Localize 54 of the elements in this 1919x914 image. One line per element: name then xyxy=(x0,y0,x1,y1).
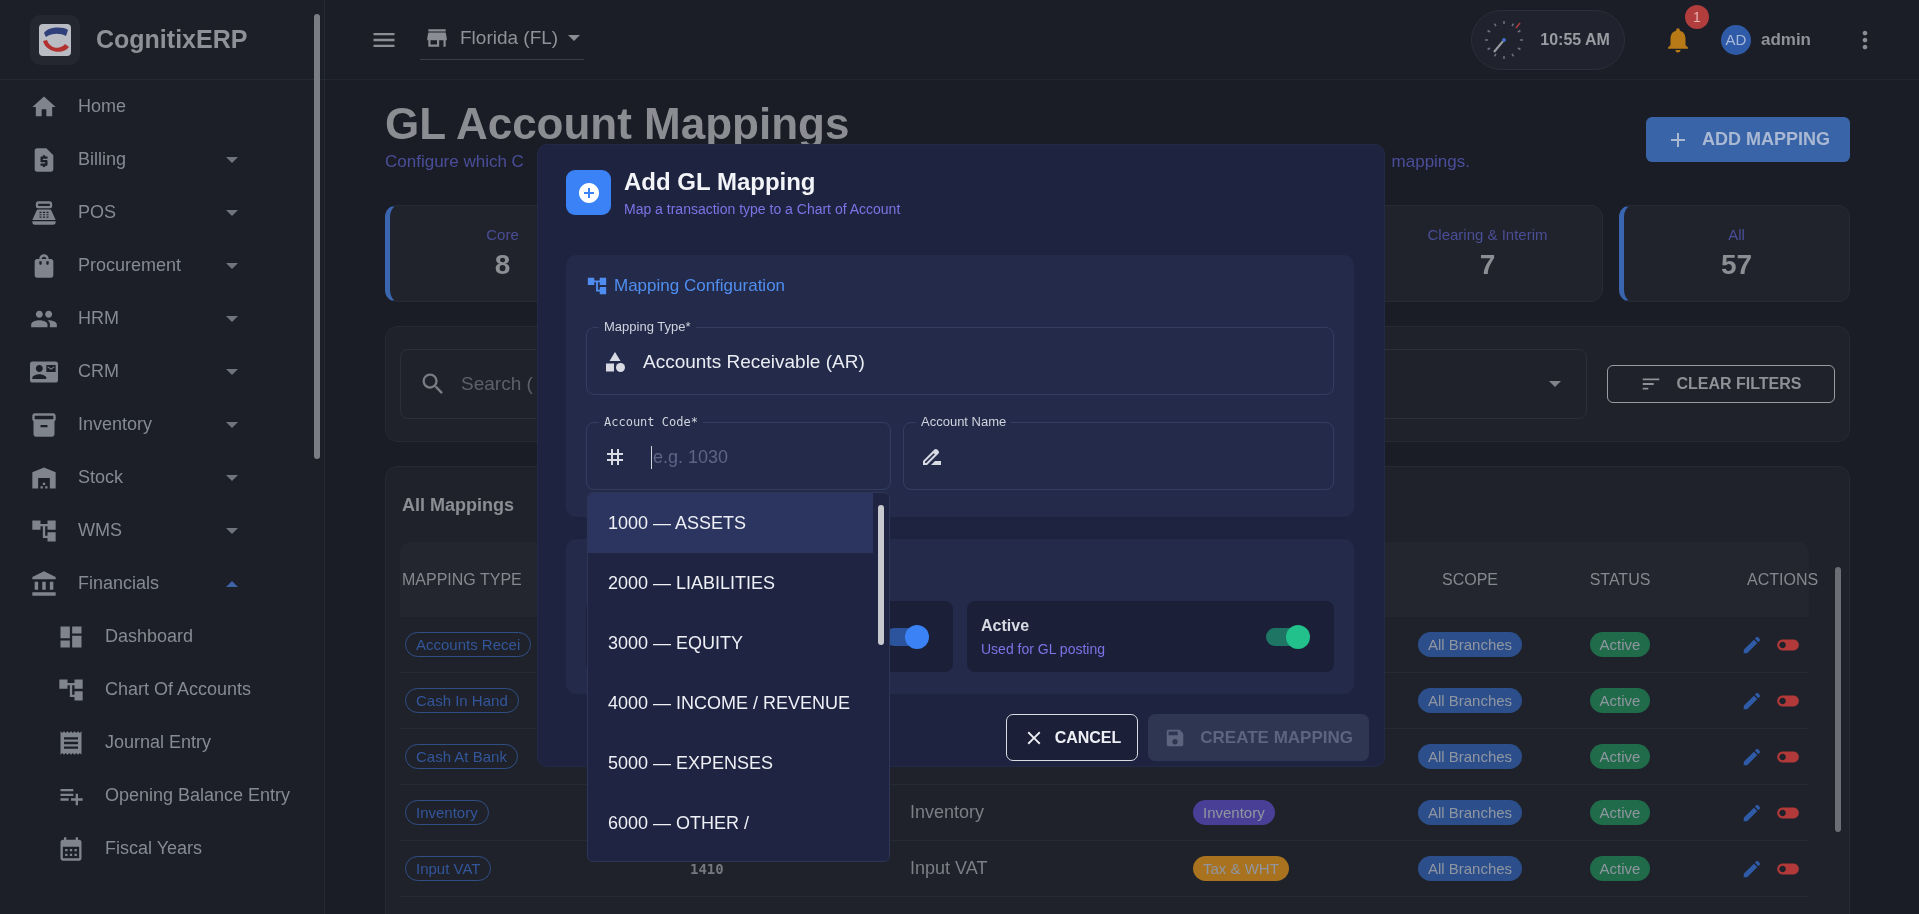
sidebar-item-label: Home xyxy=(78,96,127,117)
status-chip: Active xyxy=(1589,800,1651,825)
sidebar-item-label: Stock xyxy=(78,467,125,488)
sidebar-item-label: Dashboard xyxy=(105,626,195,647)
stat-value: 8 xyxy=(494,249,511,281)
scope-chip: All Branches xyxy=(1417,632,1523,657)
account-name: Input VAT xyxy=(910,858,988,879)
page-subtitle: Configure which C xyxy=(385,152,524,172)
status-chip: Active xyxy=(1589,688,1651,713)
column-header: ACTIONS xyxy=(1747,570,1819,589)
brand-name: CognitixERP xyxy=(96,25,248,54)
scope-chip: All Branches xyxy=(1417,688,1523,713)
sidebar-item-label: Fiscal Years xyxy=(105,838,204,859)
page-title: GL Account Mappings xyxy=(385,98,851,150)
scope-chip: All Branches xyxy=(1417,744,1523,769)
field-value: Accounts Receivable (AR) xyxy=(643,351,865,373)
sidebar-item-label: Inventory xyxy=(78,414,154,435)
account-name: Inventory xyxy=(910,802,985,823)
sidebar-item-label: POS xyxy=(78,202,117,223)
stat-label: All xyxy=(1728,226,1745,243)
sidebar-item-label: CRM xyxy=(78,361,120,382)
status-chip: Active xyxy=(1589,856,1651,881)
status-chip: Active xyxy=(1589,744,1651,769)
scope-chip: All Branches xyxy=(1417,800,1523,825)
category-chip: Inventory xyxy=(1193,800,1275,825)
stat-value: 7 xyxy=(1479,249,1496,281)
sidebar-item-label: Financials xyxy=(78,573,161,594)
account-code: 1410 xyxy=(690,860,724,877)
sidebar-item-label: Billing xyxy=(78,149,128,170)
sidebar-item-label: WMS xyxy=(78,520,123,541)
dialog-title: Add GL Mapping xyxy=(624,168,817,196)
option-description: Used for GL posting xyxy=(981,640,1106,657)
column-header: SCOPE xyxy=(1442,570,1498,589)
column-header: MAPPING TYPE xyxy=(402,570,522,589)
dialog-subtitle: Map a transaction type to a Chart of Account xyxy=(624,201,901,217)
notification-badge: 1 xyxy=(1684,4,1709,29)
sidebar-item-label: HRM xyxy=(78,308,120,329)
table-title: All Mappings xyxy=(401,494,514,517)
section-title: Mapping Configuration xyxy=(614,276,786,296)
category-chip: Tax & WHT xyxy=(1193,856,1289,881)
sidebar-item-label: Chart Of Accounts xyxy=(105,679,252,700)
page-subtitle: mappings. xyxy=(1391,152,1470,172)
stat-label: Core xyxy=(486,226,519,243)
user-name: admin xyxy=(1760,29,1811,50)
sidebar-item-label: Journal Entry xyxy=(105,732,213,753)
status-chip: Active xyxy=(1589,632,1651,657)
clock-time: 10:55 AM xyxy=(1540,30,1610,49)
option-title: Active xyxy=(981,616,1031,635)
stat-value: 57 xyxy=(1720,249,1753,281)
column-header: STATUS xyxy=(1589,570,1651,589)
scope-chip: All Branches xyxy=(1417,856,1523,881)
sidebar-item-label: Procurement xyxy=(78,255,183,276)
sidebar-item-label: Opening Balance Entry xyxy=(105,785,291,806)
stat-label: Clearing & Interim xyxy=(1427,226,1548,243)
